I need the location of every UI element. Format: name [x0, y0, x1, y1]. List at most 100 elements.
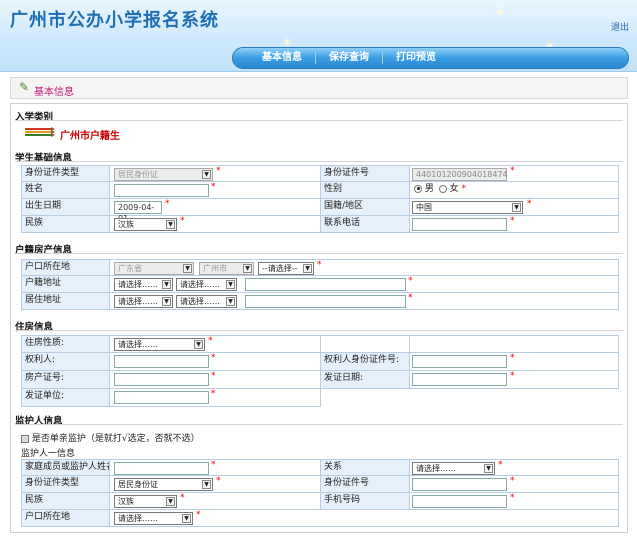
gender-label: 性别 [321, 182, 410, 198]
birth-date-field[interactable]: 2009-04-01 [114, 201, 162, 223]
housing-row-cert: 房产证号: * 发证日期: * [21, 371, 619, 389]
id-number-field[interactable]: 440101200904018474 [412, 168, 508, 181]
guardian-name-field[interactable] [114, 462, 209, 475]
mobile-label: 手机号码 [321, 493, 410, 509]
issuer-label: 发证单位: [22, 389, 110, 406]
district-select[interactable]: --请选择-- ▼ [258, 262, 314, 275]
section-title: 基本信息 [34, 87, 74, 98]
nation-select[interactable]: 中国 ▼ [412, 201, 523, 214]
divider [15, 253, 623, 254]
guardian-hukou-label: 户口所在地 [22, 510, 110, 526]
required-mark: * [211, 353, 216, 363]
hukou-address-field[interactable] [245, 278, 406, 291]
id-type-label: 身份证件类型 [22, 166, 110, 181]
guardian-id-number-field[interactable] [412, 478, 507, 491]
hukou-community-select[interactable]: 请选择…… ▼ [176, 278, 237, 291]
required-mark: * [527, 199, 532, 209]
mobile-field[interactable] [412, 495, 507, 508]
chevron-down-icon: ▼ [166, 220, 175, 229]
owner-id-field[interactable] [412, 355, 507, 368]
owner-id-label: 权利人身份证件号: [321, 353, 410, 370]
guardian-ethnic-label: 民族 [22, 493, 110, 509]
hukou-row-location: 户口所在地 广东省 ▼ 广州市 ▼ --请选择-- ▼ * [21, 259, 619, 276]
single-parent-checkbox[interactable] [21, 434, 29, 443]
issuer-field[interactable] [113, 391, 209, 404]
required-mark: * [216, 166, 221, 176]
pencil-icon: ✎ [19, 80, 30, 94]
required-mark: * [510, 353, 515, 363]
housing-nature-select[interactable]: 请选择…… ▼ [114, 338, 205, 351]
name-field[interactable] [114, 184, 209, 197]
student-row-birth: 出生日期 2009-04-01 * 国籍/地区 中国▼ * [21, 199, 619, 223]
required-mark: * [510, 476, 515, 486]
housing-row-issuer: 发证单位: * [21, 389, 321, 407]
required-mark: * [211, 371, 216, 381]
guardian-row-id: 身份证件类型 居民身份证 ▼ * 身份证件号 * [21, 476, 619, 493]
ethnic-label: 民族 [22, 216, 110, 232]
hukou-row-residence: 居住地址 请选择…… ▼ 请选择…… ▼ * [21, 293, 619, 310]
required-mark: * [510, 166, 515, 176]
required-mark: * [196, 510, 201, 520]
birth-label: 出生日期 [22, 199, 110, 215]
nav-print-preview[interactable]: 打印预览 [383, 52, 449, 64]
guardian-row-ethnic: 民族 汉族 ▼ * 手机号码 * [21, 493, 619, 510]
guardian-id-number-label: 身份证件号 [321, 476, 410, 492]
id-number-label: 身份证件号 [321, 166, 410, 181]
required-mark: * [510, 493, 515, 503]
gender-male-radio[interactable] [414, 184, 422, 193]
nav-basic-info[interactable]: 基本信息 [249, 52, 316, 64]
nation-label: 国籍/地区 [321, 199, 410, 215]
hukou-row-address: 户籍地址 请选择…… ▼ 请选择…… ▼ * [21, 276, 619, 293]
gender-female-radio[interactable] [438, 184, 447, 193]
gender-female-label: 女 [449, 184, 459, 194]
guardian-ethnic-select[interactable]: 汉族 ▼ [114, 495, 177, 508]
student-row-name: 姓名 * 性别 男 女 * [21, 182, 619, 199]
guardian-id-type-select[interactable]: 居民身份证 ▼ [114, 478, 213, 491]
app-title: 广州市公办小学报名系统 [10, 10, 219, 31]
cert-number-label: 房产证号: [22, 371, 110, 388]
chevron-down-icon: ▼ [512, 203, 521, 212]
divider [15, 161, 623, 162]
section-header: ✎ 基本信息 [10, 77, 628, 99]
logout-link[interactable]: 退出 [611, 20, 629, 33]
required-mark: * [510, 216, 515, 226]
relation-label: 关系 [321, 460, 410, 475]
form-content: 入学类别 广州市户籍生 学生基础信息 身份证件类型 居民身份证 ▼ * 身份证件号… [10, 103, 628, 533]
phone-field[interactable] [412, 218, 507, 231]
hukou-street-select[interactable]: 请选择…… ▼ [114, 278, 173, 291]
chevron-down-icon: ▼ [182, 514, 191, 523]
guardian-row-name: 家庭成员或监护人姓名 * 关系 请选择…… ▼ * [21, 459, 619, 476]
guardian-hukou-select[interactable]: 请选择…… ▼ [114, 512, 193, 525]
residence-address-field[interactable] [245, 295, 406, 308]
chevron-down-icon: ▼ [194, 340, 203, 349]
required-mark: * [408, 276, 413, 286]
cert-date-label: 发证日期: [321, 371, 410, 388]
chevron-down-icon: ▼ [226, 280, 235, 289]
student-row-id: 身份证件类型 居民身份证 ▼ * 身份证件号 440101200904018474… [21, 165, 619, 182]
housing-row-owner: 权利人: * 权利人身份证件号: * [21, 353, 619, 371]
required-mark: * [165, 199, 170, 209]
hukou-address-label: 户籍地址 [22, 276, 110, 292]
relation-select[interactable]: 请选择…… ▼ [412, 462, 495, 475]
cert-date-field[interactable] [412, 373, 507, 386]
residence-community-select[interactable]: 请选择…… ▼ [176, 295, 237, 308]
enroll-type-value: 广州市户籍生 [60, 131, 120, 142]
owner-field[interactable] [114, 355, 209, 368]
residence-address-label: 居住地址 [22, 293, 110, 309]
cert-number-field[interactable] [114, 373, 209, 386]
required-mark: * [317, 260, 322, 270]
required-mark: * [211, 460, 216, 470]
id-type-select[interactable]: 居民身份证 ▼ [114, 168, 213, 181]
divider [15, 424, 623, 425]
province-select[interactable]: 广东省 ▼ [114, 262, 194, 275]
pencils-icon [25, 127, 55, 137]
gender-male-label: 男 [424, 184, 434, 194]
residence-street-select[interactable]: 请选择…… ▼ [114, 295, 173, 308]
nav-save-query[interactable]: 保存查询 [316, 52, 383, 64]
required-mark: * [180, 493, 185, 503]
single-parent-row: 是否单亲监护（是就打√选定，否就不选） [21, 431, 200, 444]
chevron-down-icon: ▼ [162, 280, 171, 289]
city-select[interactable]: 广州市 ▼ [199, 262, 254, 275]
guardian-name-label: 家庭成员或监护人姓名 [22, 460, 110, 475]
ethnic-select[interactable]: 汉族 ▼ [114, 218, 177, 231]
